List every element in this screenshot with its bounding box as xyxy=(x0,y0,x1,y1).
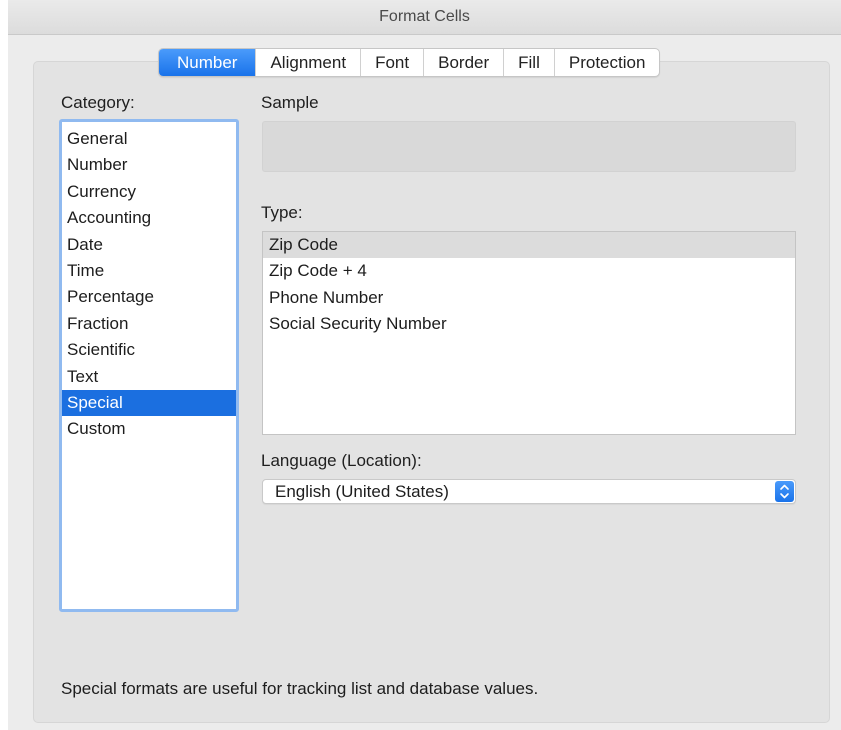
type-item-zip-code[interactable]: Zip Code xyxy=(263,232,795,259)
category-item-text[interactable]: Text xyxy=(62,364,236,390)
type-list[interactable]: Zip Code Zip Code + 4 Phone Number Socia… xyxy=(262,231,796,435)
category-item-percentage[interactable]: Percentage xyxy=(62,284,236,310)
category-label: Category: xyxy=(61,93,135,112)
tab-fill[interactable]: Fill xyxy=(504,49,555,76)
tab-border[interactable]: Border xyxy=(424,49,505,76)
language-select[interactable]: English (United States) xyxy=(262,479,796,504)
chevron-up-down-icon[interactable] xyxy=(775,481,794,502)
type-item-phone-number[interactable]: Phone Number xyxy=(263,285,795,311)
tab-bar: Number Alignment Font Border Fill Protec… xyxy=(158,48,661,77)
category-item-scientific[interactable]: Scientific xyxy=(62,337,236,363)
tab-number[interactable]: Number xyxy=(159,49,257,76)
tab-font[interactable]: Font xyxy=(361,49,425,76)
category-item-time[interactable]: Time xyxy=(62,258,236,284)
category-item-special[interactable]: Special xyxy=(62,389,236,417)
type-item-zip-code-plus-4[interactable]: Zip Code + 4 xyxy=(263,258,795,284)
language-select-value: English (United States) xyxy=(275,482,449,501)
category-item-custom[interactable]: Custom xyxy=(62,416,236,442)
sample-preview xyxy=(262,121,796,172)
type-label: Type: xyxy=(261,203,303,222)
category-item-currency[interactable]: Currency xyxy=(62,179,236,205)
sample-label: Sample xyxy=(261,93,319,112)
tab-alignment[interactable]: Alignment xyxy=(256,49,362,76)
category-description: Special formats are useful for tracking … xyxy=(61,679,539,698)
category-item-accounting[interactable]: Accounting xyxy=(62,205,236,231)
category-list[interactable]: General Number Currency Accounting Date … xyxy=(59,119,239,612)
category-item-fraction[interactable]: Fraction xyxy=(62,311,236,337)
language-label: Language (Location): xyxy=(261,451,422,470)
category-item-date[interactable]: Date xyxy=(62,232,236,258)
window-title: Format Cells xyxy=(8,0,841,35)
format-cells-dialog: Format Cells Number Alignment Font Borde… xyxy=(8,0,841,730)
category-item-general[interactable]: General xyxy=(62,126,236,152)
tab-protection[interactable]: Protection xyxy=(555,49,660,76)
category-item-number[interactable]: Number xyxy=(62,152,236,178)
type-item-social-security-number[interactable]: Social Security Number xyxy=(263,311,795,337)
